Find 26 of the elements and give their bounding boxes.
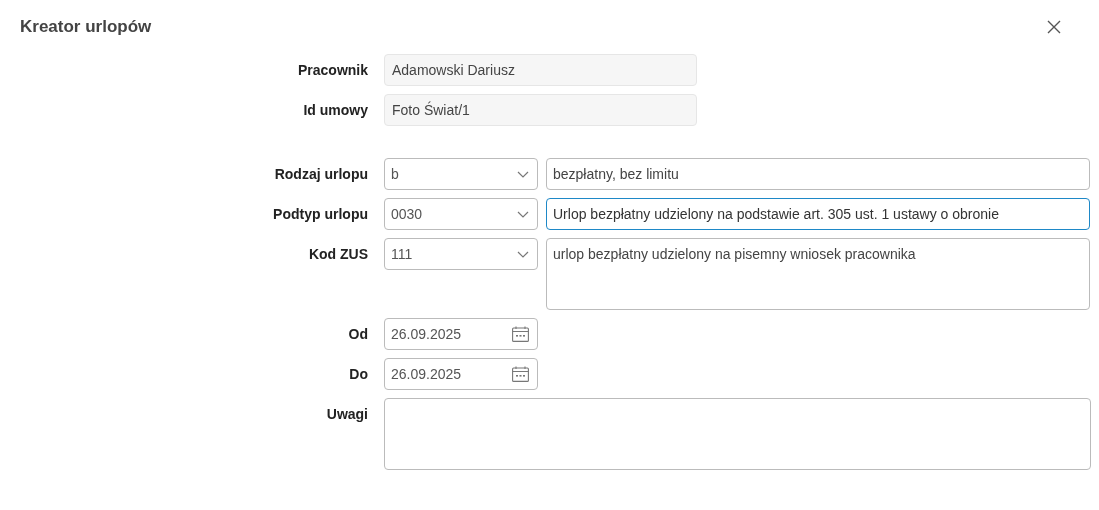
chevron-down-icon <box>517 210 529 218</box>
readonly-field: Adamowski Dariusz <box>384 54 697 86</box>
window-title: Kreator urlopów <box>20 17 152 37</box>
close-icon[interactable] <box>1047 20 1061 34</box>
field-label: Uwagi <box>325 405 368 424</box>
field-label: Podtyp urlopu <box>272 205 368 224</box>
description-field[interactable]: Urlop bezpłatny udzielony na podstawie art. 305 ust. 1 ustawy o obronie <box>546 198 1090 230</box>
field-label: Rodzaj urlopu <box>273 165 368 184</box>
field-label: Kod ZUS <box>307 245 368 264</box>
field-label: Do <box>348 365 368 384</box>
chevron-down-icon <box>517 170 529 178</box>
select-field[interactable]: b <box>384 158 538 190</box>
calendar-icon[interactable] <box>512 366 529 382</box>
field-label: Pracownik <box>296 61 368 80</box>
field-label: Id umowy <box>302 101 368 120</box>
select-field[interactable]: 111 <box>384 238 538 270</box>
select-field[interactable]: 0030 <box>384 198 538 230</box>
description-field[interactable]: urlop bezpłatny udzielony na pisemny wniosek pracownika <box>546 238 1090 310</box>
description-field[interactable]: bezpłatny, bez limitu <box>546 158 1090 190</box>
notes-field[interactable] <box>384 398 1091 470</box>
calendar-icon[interactable] <box>512 326 529 342</box>
date-field[interactable]: 26.09.2025 <box>384 358 538 390</box>
field-label: Od <box>347 325 368 344</box>
date-field[interactable]: 26.09.2025 <box>384 318 538 350</box>
chevron-down-icon <box>517 250 529 258</box>
readonly-field: Foto Świat/1 <box>384 94 697 126</box>
